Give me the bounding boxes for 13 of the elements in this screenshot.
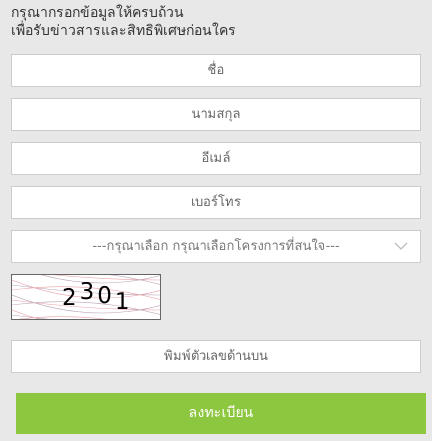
captcha-digit: 2	[62, 287, 77, 313]
input-field[interactable]: เบอร์โทร	[11, 186, 421, 219]
project-dropdown[interactable]: ---กรุณาเลือก กรุณาเลือกโครงการที่สนใจ---	[11, 230, 421, 263]
input-field[interactable]: อีเมล์	[11, 142, 421, 175]
captcha-digit: 0	[97, 285, 112, 311]
chevron-down-icon	[394, 242, 408, 251]
captcha-digit: 1	[114, 291, 130, 314]
input-field[interactable]: นามสกุล	[11, 98, 421, 131]
captcha-field[interactable]: พิมพ์ตัวเลขด้านบน	[11, 340, 421, 373]
captcha-digit: 3	[80, 281, 94, 307]
heading-text: กรุณากรอกข้อมูลให้ครบถ้วน	[11, 4, 184, 21]
input-field[interactable]: ชื่อ	[11, 54, 421, 87]
heading-text: เพื่อรับข่าวสารและสิทธิพิเศษก่อนใคร	[11, 22, 421, 40]
